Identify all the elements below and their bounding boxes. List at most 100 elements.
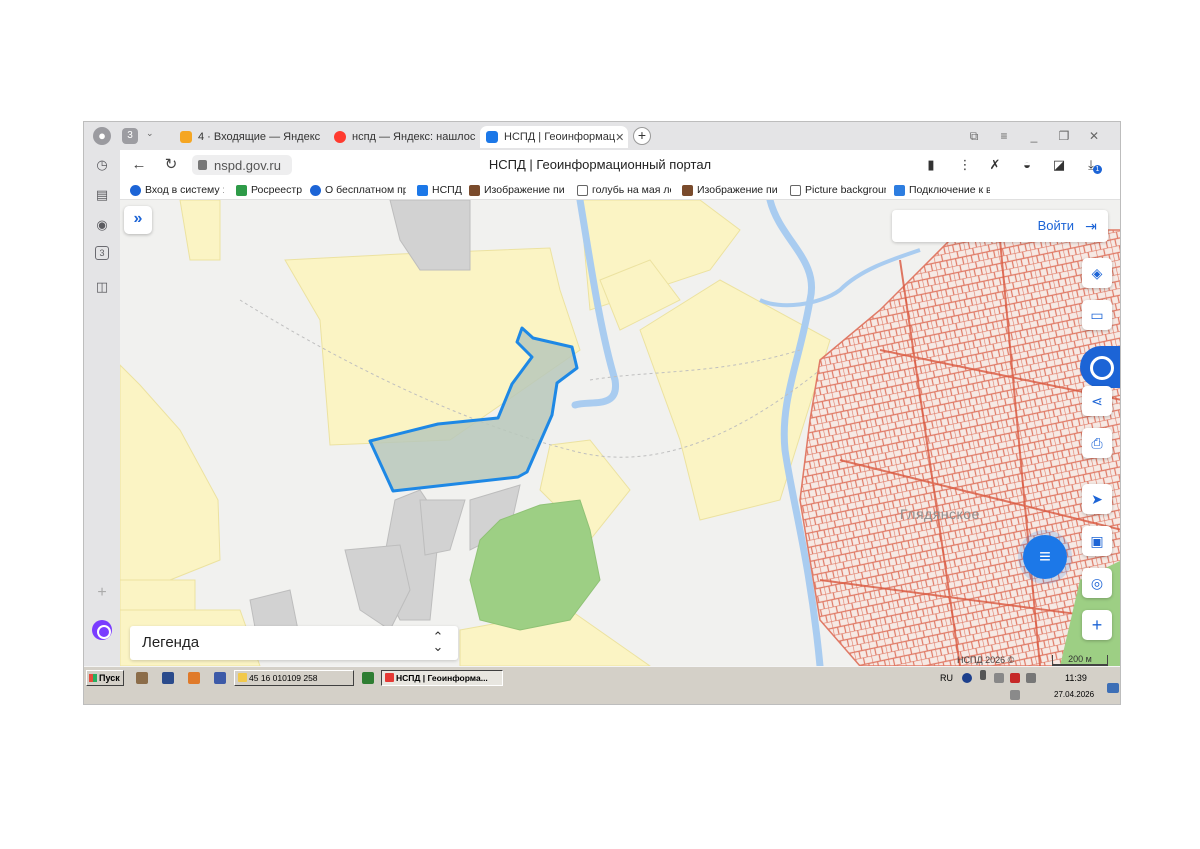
login-icon: ⇥ — [1085, 218, 1097, 234]
bookmark-item[interactable]: НСПД — [417, 183, 463, 197]
avatar-icon[interactable]: ● — [93, 127, 111, 145]
chevron-updown-icon[interactable]: ⌃ ⌄ — [432, 630, 444, 653]
url-text: nspd.gov.ru — [214, 157, 281, 173]
tabs-list-icon[interactable]: ⧉ — [966, 128, 982, 144]
volume-icon[interactable] — [1026, 673, 1036, 683]
windows-taskbar: Пуск 45 16 010109 258 НСПД | Геоинформа.… — [84, 666, 1120, 704]
extension-icon[interactable]: ✗ — [986, 156, 1004, 174]
bookmark-item[interactable]: Подключение к в — [894, 183, 990, 197]
reload-icon[interactable]: ↻ — [162, 156, 180, 174]
zoom-in-icon: + — [1091, 615, 1103, 635]
nspd-logo[interactable] — [1080, 346, 1120, 388]
network-icon[interactable] — [1010, 690, 1020, 700]
share-button[interactable]: ⋖ — [1082, 386, 1112, 416]
bookmark-item[interactable]: голубь на мая ле — [577, 183, 671, 197]
clock-date[interactable]: 27.04.2026 — [1054, 690, 1094, 699]
language-indicator[interactable]: RU — [940, 673, 953, 683]
back-icon[interactable]: ← — [130, 156, 148, 174]
bookmark-item[interactable]: О бесплатном пр — [310, 183, 406, 197]
illustrator-icon[interactable] — [188, 672, 200, 684]
tab-label: 4 · Входящие — Яндекс П — [198, 131, 324, 143]
page-icon — [790, 184, 801, 196]
page-icon — [577, 184, 588, 196]
zoom-in-button[interactable]: + — [1082, 610, 1112, 640]
map-viewport[interactable]: Глядянское » Войти ⇥ ◈ ▭ ⋖ ⎙ ➤ ▣ ◎ + ≡ Л… — [120, 200, 1121, 666]
tablet-icon[interactable]: ◪ — [1050, 156, 1068, 174]
scale-bar: 200 м — [1052, 655, 1108, 666]
image-icon — [469, 184, 480, 196]
save-icon[interactable] — [214, 672, 226, 684]
tray-arrow-icon[interactable] — [980, 670, 986, 680]
bookmark-item[interactable]: Изображение пи — [682, 183, 778, 197]
add-panel-icon[interactable]: + — [93, 584, 111, 602]
map-canvas[interactable] — [120, 200, 1121, 666]
login-label: Войти — [1037, 218, 1074, 233]
print-button[interactable]: ⎙ — [1082, 428, 1112, 458]
bookmark-item[interactable]: Picture backgroun — [790, 183, 886, 197]
yandex-browser-icon — [385, 673, 394, 682]
screenshot-icon[interactable]: ◫ — [93, 278, 111, 296]
tab-counter-icon[interactable]: 3 — [95, 246, 109, 260]
yandex-favicon-icon — [334, 131, 346, 143]
tab-mail[interactable]: 4 · Входящие — Яндекс П — [174, 126, 324, 148]
site-icon — [310, 184, 321, 196]
share-icon: ⋖ — [1091, 393, 1103, 409]
more-icon[interactable]: ⋮ — [956, 156, 974, 174]
url-field[interactable]: nspd.gov.ru — [192, 155, 292, 175]
navigate-button[interactable]: ➤ — [1082, 484, 1112, 514]
protect-icon[interactable]: ◒ — [1018, 156, 1036, 174]
restore-icon[interactable]: ❐ — [1056, 128, 1072, 144]
locate-button[interactable]: ◎ — [1082, 568, 1112, 598]
excel-icon[interactable] — [362, 672, 374, 684]
legend-label: Легенда — [142, 634, 200, 651]
bookmark-item[interactable]: Вход в систему :: — [130, 183, 224, 197]
alice-icon[interactable] — [92, 620, 112, 640]
show-desktop-icon[interactable] — [1107, 683, 1119, 693]
explorer-icon[interactable] — [136, 672, 148, 684]
play-icon[interactable]: ◉ — [93, 216, 111, 234]
locate-icon: ◎ — [1090, 575, 1104, 591]
photoshop-icon[interactable] — [162, 672, 174, 684]
bookmarks-panel-icon[interactable]: ▤ — [93, 186, 111, 204]
bookmark-item[interactable]: Изображение пи — [469, 183, 565, 197]
bookmark-icon[interactable]: ▮ — [922, 156, 940, 174]
nspd-favicon-icon — [486, 131, 498, 143]
tab-nspd[interactable]: НСПД | Геоинформац ✕ — [480, 126, 628, 148]
menu-icon[interactable]: ≡ — [996, 128, 1012, 144]
minimap-icon: ▣ — [1090, 533, 1104, 549]
lock-icon — [198, 160, 207, 170]
minimap-button[interactable]: ▣ — [1082, 526, 1112, 556]
page-title: НСПД | Геоинформационный портал — [488, 157, 712, 172]
help-icon[interactable] — [962, 673, 972, 683]
tab-label: нспд — Яндекс: нашлось — [352, 131, 476, 143]
close-window-icon[interactable]: ✕ — [1086, 128, 1102, 144]
task-folder[interactable]: 45 16 010109 258 — [234, 670, 354, 686]
video-call-icon — [894, 184, 905, 196]
start-button[interactable]: Пуск — [86, 670, 124, 686]
clock-time[interactable]: 11:39 — [1065, 673, 1087, 683]
tray-expand-icon[interactable] — [994, 673, 1004, 683]
new-tab-button[interactable]: + — [633, 127, 651, 145]
gosuslugi-icon — [130, 184, 141, 196]
legend-panel[interactable]: Легенда ⌃ ⌄ — [130, 626, 458, 660]
layers-button[interactable]: ◈ — [1082, 258, 1112, 288]
login-button[interactable]: Войти ⇥ — [892, 210, 1108, 242]
cadastral-quarters — [799, 229, 1120, 666]
tab-group-icon[interactable]: 3 — [122, 128, 138, 144]
bookmark-item[interactable]: Росреестр — [236, 183, 304, 197]
chevron-down-icon[interactable]: ⌄ — [146, 128, 154, 139]
bookmarks-bar: Вход в систему :: Росреестр О бесплатном… — [120, 180, 1120, 200]
task-browser[interactable]: НСПД | Геоинформа... — [381, 670, 503, 686]
security-icon[interactable] — [1010, 673, 1020, 683]
ruler-button[interactable]: ▭ — [1082, 300, 1112, 330]
list-icon: ≡ — [1039, 546, 1051, 568]
downloads-icon[interactable]: ⤓ 1 — [1082, 156, 1102, 174]
history-icon[interactable]: ◷ — [93, 156, 111, 174]
browser-sidebar: ● ◷ ▤ ◉ 3 ◫ + — [84, 122, 120, 666]
minimize-icon[interactable]: _ — [1026, 128, 1042, 144]
layers-icon: ◈ — [1091, 265, 1103, 281]
tab-search[interactable]: нспд — Яндекс: нашлось — [328, 126, 476, 148]
expand-panel-button[interactable]: » — [124, 206, 152, 234]
close-icon[interactable]: ✕ — [615, 131, 624, 144]
menu-fab-button[interactable]: ≡ — [1023, 535, 1067, 579]
